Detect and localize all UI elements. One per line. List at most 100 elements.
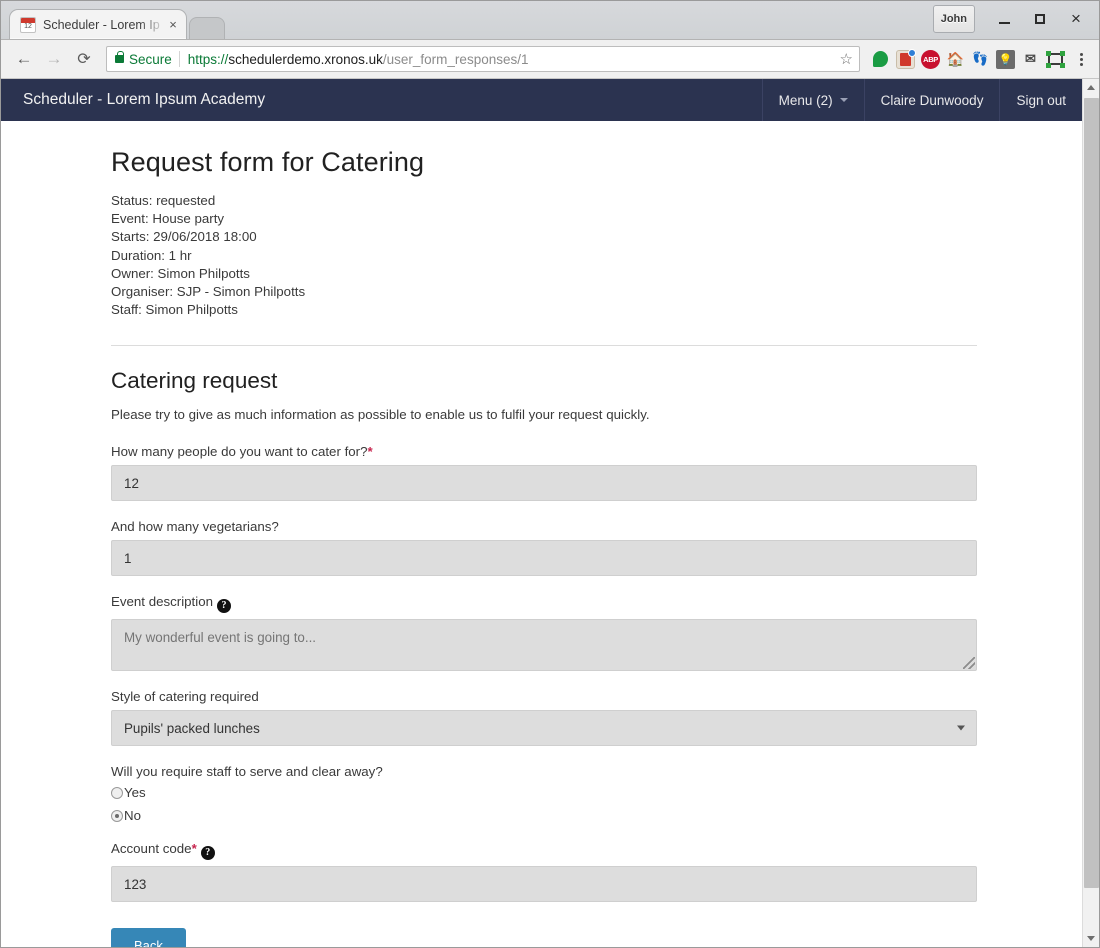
help-icon[interactable]: ? <box>217 599 231 614</box>
site-navbar-right: Menu (2) Claire Dunwoody Sign out <box>761 79 1082 121</box>
people-input[interactable] <box>111 465 977 502</box>
reload-button[interactable]: ⟳ <box>69 44 99 74</box>
field-account-code: Account code*? <box>111 841 977 903</box>
radio-yes-label: Yes <box>124 785 146 801</box>
field-catering-style-label: Style of catering required <box>111 689 259 705</box>
field-people: How many people do you want to cater for… <box>111 444 977 502</box>
meta-organiser: Organiser: SJP - Simon Philpotts <box>111 284 306 300</box>
staff-required-radio-group: Yes No <box>111 785 977 823</box>
chevron-up-icon <box>1087 85 1095 90</box>
field-account-code-label-text: Account code <box>111 841 192 857</box>
browser-tab[interactable]: Scheduler - Lorem Ip × <box>9 9 187 39</box>
event-description-textarea[interactable] <box>111 619 977 672</box>
event-description-wrapper <box>111 619 977 672</box>
field-vegetarians-label: And how many vegetarians? <box>111 519 279 535</box>
browser-title-bar: Scheduler - Lorem Ip × John × <box>1 1 1099 40</box>
radio-option-no[interactable]: No <box>111 808 977 823</box>
forward-navigation-button[interactable]: → <box>39 44 69 74</box>
field-catering-style: Style of catering required <box>111 689 977 747</box>
required-marker: * <box>191 841 197 857</box>
minimize-button[interactable] <box>987 5 1021 33</box>
field-account-code-label: Account code*? <box>111 841 977 861</box>
meta-starts: Starts: 29/06/2018 18:00 <box>111 229 257 245</box>
field-event-description-label-text: Event description <box>111 594 213 610</box>
nav-sign-out[interactable]: Sign out <box>999 79 1082 121</box>
profile-button[interactable]: John <box>932 5 975 33</box>
radio-no-icon[interactable] <box>111 809 123 822</box>
content-container: Request form for Catering Status: reques… <box>111 121 977 947</box>
url-path: /user_form_responses/1 <box>382 51 529 67</box>
meta-event: Event: House party <box>111 211 225 227</box>
scrollbar-thumb[interactable] <box>1083 98 1099 888</box>
section-divider <box>111 345 977 347</box>
tab-title: Scheduler - Lorem Ip <box>43 17 160 32</box>
bookmark-star-icon[interactable]: ☆ <box>840 50 853 68</box>
field-staff-required-label: Will you require staff to serve and clea… <box>111 764 383 780</box>
field-event-description-label: Event description? <box>111 594 977 614</box>
page-content: Scheduler - Lorem Ipsum Academy Menu (2)… <box>1 79 1082 947</box>
scroll-down-button[interactable] <box>1082 930 1099 947</box>
new-tab-button[interactable] <box>189 17 225 39</box>
lightbulb-icon[interactable]: 💡 <box>996 49 1015 69</box>
page-title: Request form for Catering <box>111 147 425 177</box>
close-tab-icon[interactable]: × <box>166 18 180 31</box>
catering-style-wrapper <box>111 710 977 747</box>
nav-menu-label: Menu (2) <box>778 92 833 108</box>
browser-menu-button[interactable] <box>1071 48 1091 70</box>
meta-owner: Owner: Simon Philpotts <box>111 265 250 281</box>
field-event-description: Event description? <box>111 594 977 672</box>
field-staff-required: Will you require staff to serve and clea… <box>111 764 977 823</box>
calendar-favicon <box>20 16 36 33</box>
chevron-down-icon <box>1087 936 1095 941</box>
help-icon[interactable]: ? <box>200 846 215 861</box>
vegetarians-input[interactable] <box>111 540 977 577</box>
green-blob-icon[interactable] <box>871 50 890 69</box>
browser-window: Scheduler - Lorem Ip × John × ← → ⟳ Secu… <box>0 0 1100 948</box>
scrollbar-track[interactable] <box>1082 96 1099 930</box>
field-people-label: How many people do you want to cater for… <box>111 444 977 459</box>
section-title: Catering request <box>111 368 278 394</box>
field-people-label-text: How many people do you want to cater for… <box>111 444 368 460</box>
page-scrollbar[interactable] <box>1082 79 1099 947</box>
site-brand[interactable]: Scheduler - Lorem Ipsum Academy <box>1 79 762 121</box>
mail-icon[interactable]: ✉ <box>1021 50 1040 69</box>
radio-no-label: No <box>124 808 141 824</box>
radio-option-yes[interactable]: Yes <box>111 785 977 800</box>
catering-style-select[interactable] <box>111 710 977 747</box>
main-content: Request form for Catering Status: reques… <box>1 121 1082 947</box>
nav-user-name[interactable]: Claire Dunwoody <box>863 79 1000 121</box>
required-marker: * <box>367 444 373 460</box>
extension-icons: ABP 🏠 👣 💡 ✉ <box>871 48 1065 69</box>
secure-label: Secure <box>129 51 172 67</box>
radio-yes-icon[interactable] <box>111 786 123 799</box>
bookmark-manager-icon[interactable] <box>896 48 916 69</box>
site-navbar: Scheduler - Lorem Ipsum Academy Menu (2)… <box>1 79 1082 121</box>
adblock-plus-icon[interactable]: ABP <box>921 49 940 69</box>
meta-duration: Duration: 1 hr <box>111 247 192 263</box>
window-controls: John × <box>932 5 1093 33</box>
chevron-down-icon <box>839 98 848 102</box>
browser-toolbar: ← → ⟳ Secure https://schedulerdemo.xrono… <box>1 40 1099 79</box>
account-code-input[interactable] <box>111 866 977 903</box>
scroll-up-button[interactable] <box>1082 79 1099 96</box>
url-host: schedulerdemo.xronos.uk <box>228 51 383 67</box>
nav-menu-dropdown[interactable]: Menu (2) <box>761 79 864 121</box>
field-vegetarians: And how many vegetarians? <box>111 519 977 577</box>
address-bar[interactable]: Secure https://schedulerdemo.xronos.uk/u… <box>106 46 860 72</box>
event-meta-list: Status: requested Event: House party Sta… <box>111 192 977 319</box>
form-actions: Back <box>111 928 977 947</box>
tab-strip: Scheduler - Lorem Ip × <box>1 1 225 39</box>
meta-status: Status: requested <box>111 193 216 208</box>
lock-icon <box>115 51 124 63</box>
url-text: https://schedulerdemo.xronos.uk/user_for… <box>188 52 834 67</box>
house-icon[interactable]: 🏠 <box>946 50 965 69</box>
close-icon: × <box>1071 9 1081 28</box>
back-navigation-button[interactable]: ← <box>9 44 39 74</box>
screenshot-frame-icon[interactable] <box>1046 50 1065 69</box>
maximize-button[interactable] <box>1023 5 1057 33</box>
footprint-icon[interactable]: 👣 <box>971 50 990 69</box>
close-window-button[interactable]: × <box>1059 5 1093 33</box>
meta-staff: Staff: Simon Philpotts <box>111 302 238 318</box>
page-viewport: Scheduler - Lorem Ipsum Academy Menu (2)… <box>1 79 1099 947</box>
back-button[interactable]: Back <box>111 928 186 947</box>
